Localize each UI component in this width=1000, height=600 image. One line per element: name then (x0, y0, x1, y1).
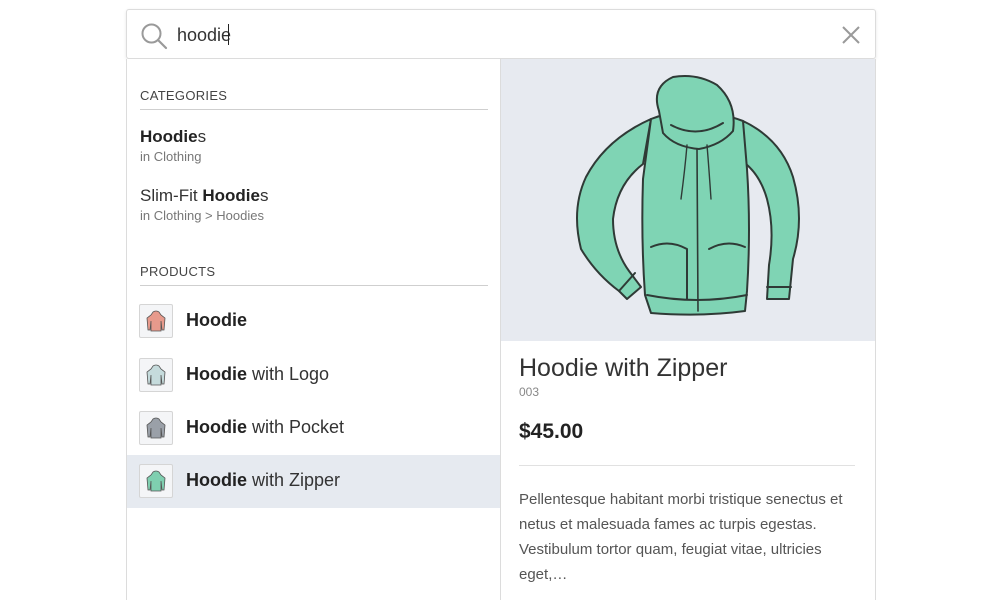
category-name: Slim-Fit Hoodies (140, 186, 269, 205)
category-item[interactable]: Slim-Fit Hoodies in Clothing > Hoodies (140, 186, 480, 223)
product-row[interactable]: Hoodie with Pocket (127, 402, 500, 455)
hoodie-icon (146, 310, 166, 332)
product-thumbnail (139, 411, 173, 445)
product-price: $45.00 (519, 420, 584, 443)
product-sku: 003 (519, 385, 540, 399)
product-thumbnail (139, 358, 173, 392)
hoodie-icon (146, 364, 166, 386)
product-preview: Hoodie with Zipper 003 $45.00 Pellentesq… (501, 59, 875, 600)
products-heading: PRODUCTS (140, 264, 488, 286)
results-column: CATEGORIES Hoodies in Clothing Slim-Fit … (127, 59, 500, 600)
categories-heading: CATEGORIES (140, 88, 488, 110)
product-row-active[interactable]: Hoodie with Zipper (127, 455, 500, 508)
product-name: Hoodie with Pocket (186, 417, 345, 437)
search-icon (141, 23, 168, 50)
category-path: in Clothing > Hoodies (140, 208, 264, 223)
product-name: Hoodie (186, 310, 247, 330)
product-thumbnail (139, 304, 173, 338)
category-item[interactable]: Hoodies in Clothing (140, 127, 480, 164)
hoodie-zipper-illustration (576, 75, 800, 316)
product-description: Pellentesque habitant morbi tristique se… (519, 491, 843, 583)
search-bar (126, 9, 876, 59)
product-row[interactable]: Hoodie (127, 295, 500, 348)
text-caret (228, 24, 229, 45)
hoodie-icon (146, 417, 166, 439)
close-icon[interactable] (840, 24, 862, 46)
product-thumbnail (139, 464, 173, 498)
search-input[interactable] (177, 22, 777, 48)
product-name: Hoodie with Logo (186, 364, 330, 384)
product-image[interactable] (501, 59, 875, 341)
detail-divider (519, 465, 855, 466)
autocomplete-dropdown: CATEGORIES Hoodies in Clothing Slim-Fit … (126, 59, 876, 600)
product-row[interactable]: Hoodie with Logo (127, 349, 500, 402)
category-path: in Clothing (140, 149, 202, 164)
product-title[interactable]: Hoodie with Zipper (519, 354, 727, 383)
product-name: Hoodie with Zipper (186, 470, 341, 490)
hoodie-icon (146, 470, 166, 492)
category-name: Hoodies (140, 127, 207, 146)
